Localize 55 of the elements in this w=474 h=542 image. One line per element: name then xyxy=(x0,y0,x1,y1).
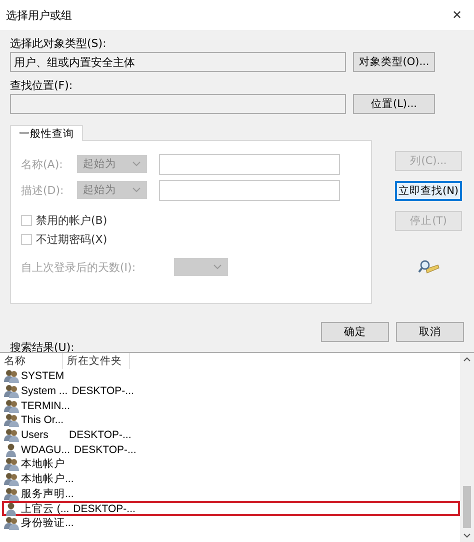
table-cell: DESKTOP-... xyxy=(69,429,132,442)
text-field[interactable] xyxy=(159,180,340,200)
user-group-icon xyxy=(4,486,20,501)
ok-button[interactable]: 确定 xyxy=(321,322,389,342)
table-cell: 本地帐户... xyxy=(21,472,74,486)
window-title: 选择用户或组 xyxy=(6,8,72,22)
scroll-down-icon[interactable] xyxy=(463,533,471,538)
results-label: 搜索结果(U): xyxy=(10,340,76,352)
tab[interactable]: 一般性查询 xyxy=(10,125,83,141)
checkbox[interactable] xyxy=(21,234,32,245)
user-group-icon xyxy=(4,413,20,428)
table-cell: TERMIN... xyxy=(21,400,70,412)
chevron-down-icon xyxy=(213,264,222,270)
user-group-icon xyxy=(4,457,20,472)
text-field[interactable] xyxy=(159,154,340,174)
cancel-button[interactable]: 取消 xyxy=(396,322,464,342)
locations-button[interactable]: 位置(L)... xyxy=(353,94,435,114)
field-label: 描述(D): xyxy=(21,182,65,198)
user-group-icon xyxy=(4,472,20,486)
object-type-field: 用户、组或内置安全主体 xyxy=(10,52,346,72)
chevron-down-icon xyxy=(132,187,141,193)
checkbox-label: 不过期密码(X) xyxy=(36,232,108,247)
search-icon xyxy=(418,259,440,275)
user-group-icon xyxy=(4,384,20,398)
checkbox[interactable] xyxy=(21,215,32,226)
user-group-icon xyxy=(4,369,20,384)
field-label: 名称(A): xyxy=(21,156,64,172)
scrollbar[interactable] xyxy=(460,353,474,542)
table-cell: 上官云 (... xyxy=(21,502,70,516)
table-cell-text: Users xyxy=(21,429,50,442)
table-cell: DESKTOP-... xyxy=(73,502,136,515)
table-cell: WDAGU... xyxy=(21,444,70,456)
field-label: 查找位置(F): xyxy=(10,78,74,91)
column-header[interactable]: 名称 xyxy=(0,353,63,369)
table-cell: DESKTOP-... xyxy=(74,444,136,456)
user-group-icon xyxy=(4,428,20,442)
table-cell: 本地帐户 xyxy=(21,457,65,472)
user-group-icon xyxy=(4,398,20,413)
column-header[interactable]: 所在文件夹 xyxy=(63,353,130,369)
scrollbar-thumb[interactable] xyxy=(463,486,471,528)
object-types-button[interactable]: 对象类型(O)... xyxy=(353,52,435,72)
table-cell: SYSTEM xyxy=(21,370,65,382)
field-label: 自上次登录后的天数(I): xyxy=(21,260,137,274)
scroll-up-icon[interactable] xyxy=(463,357,471,362)
table-cell: 身份验证... xyxy=(21,516,74,530)
action-button[interactable]: 立即查找(N) xyxy=(395,181,462,201)
user-group-icon xyxy=(4,516,20,530)
table-cell: This Or... xyxy=(21,414,65,426)
table-cell: DESKTOP-... xyxy=(72,385,134,398)
field-label: 选择此对象类型(S): xyxy=(10,36,108,49)
close-button[interactable]: ✕ xyxy=(452,8,462,22)
table-cell: 服务声明... xyxy=(21,486,74,501)
checkbox-label: 禁用的帐户(B) xyxy=(36,213,108,228)
table-cell: System ... xyxy=(21,385,68,398)
chevron-down-icon xyxy=(132,161,141,167)
